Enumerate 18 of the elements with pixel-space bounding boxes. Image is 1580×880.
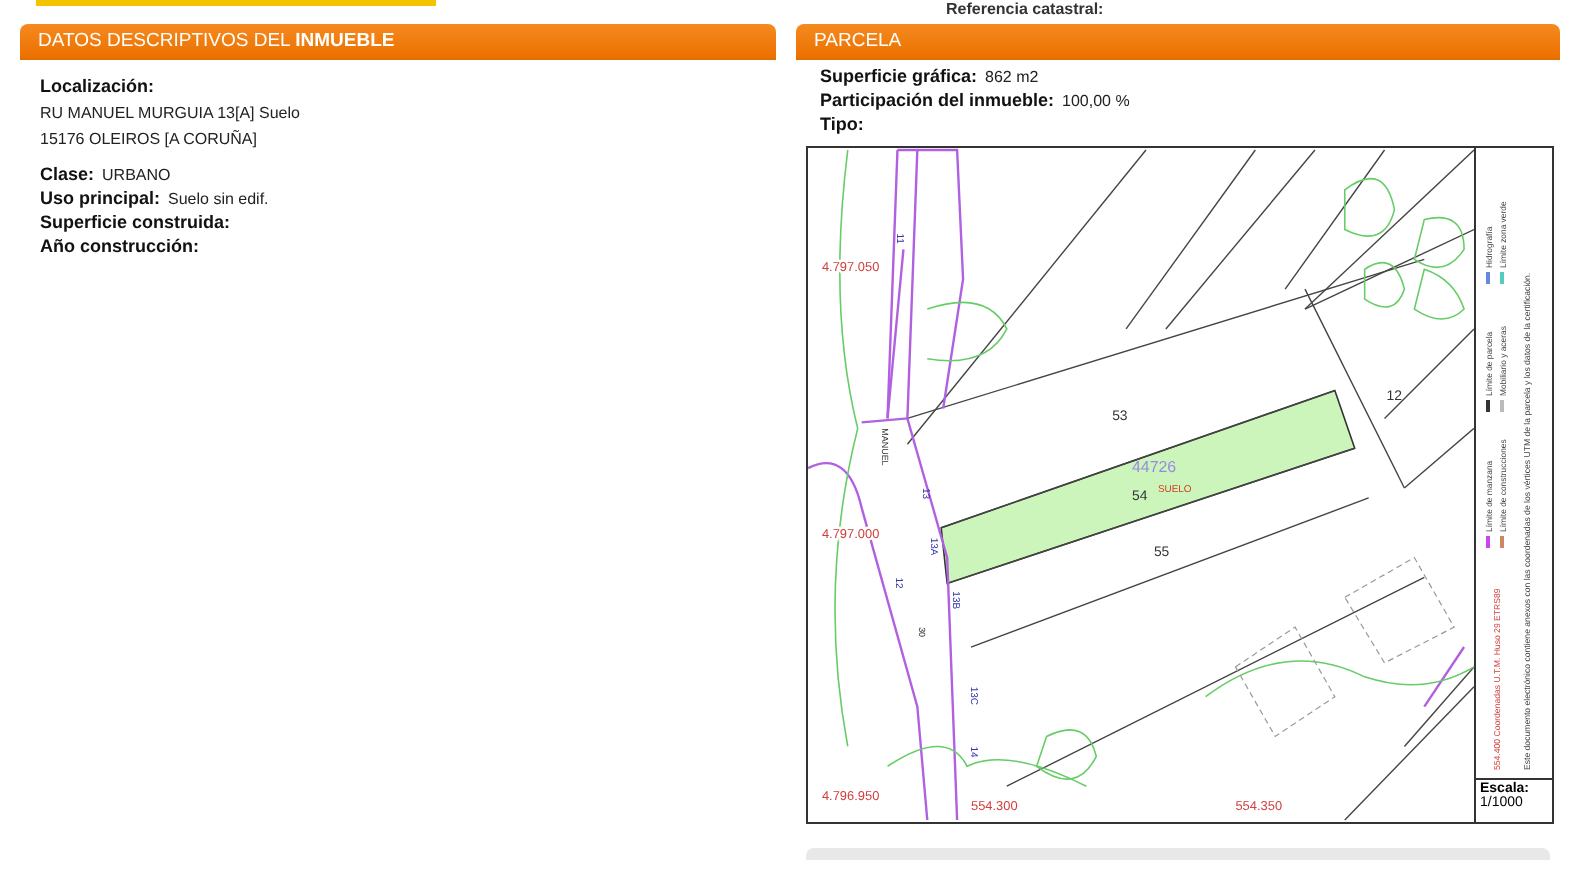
field-label: Superficie construida:	[40, 212, 231, 232]
field-value: Suelo sin edif.	[168, 190, 269, 208]
field-label: Año construcción:	[40, 236, 200, 256]
field-label: Superficie gráfica:	[820, 66, 978, 86]
field-label: Uso principal:	[40, 188, 161, 208]
field-label: Clase:	[40, 164, 95, 184]
section-header: PARCELA	[796, 24, 1560, 60]
address-line: RU MANUEL MURGUIA 13[A] Suelo	[40, 104, 302, 122]
map-label: 44726	[1132, 458, 1177, 477]
field-value: 862 m2	[985, 68, 1039, 86]
field-label: Participación del inmueble:	[820, 90, 1055, 110]
field-value: 100,00 %	[1062, 92, 1130, 110]
address-line: 15176 OLEIROS [A CORUÑA]	[40, 130, 259, 148]
field-value: URBANO	[102, 166, 171, 184]
field-label: Tipo:	[820, 114, 864, 134]
field-label: Localización:	[40, 76, 157, 96]
section-header: DATOS DESCRIPTIVOS DEL INMUEBLE	[20, 24, 776, 60]
reference-label: Referencia catastral:	[946, 0, 1104, 18]
